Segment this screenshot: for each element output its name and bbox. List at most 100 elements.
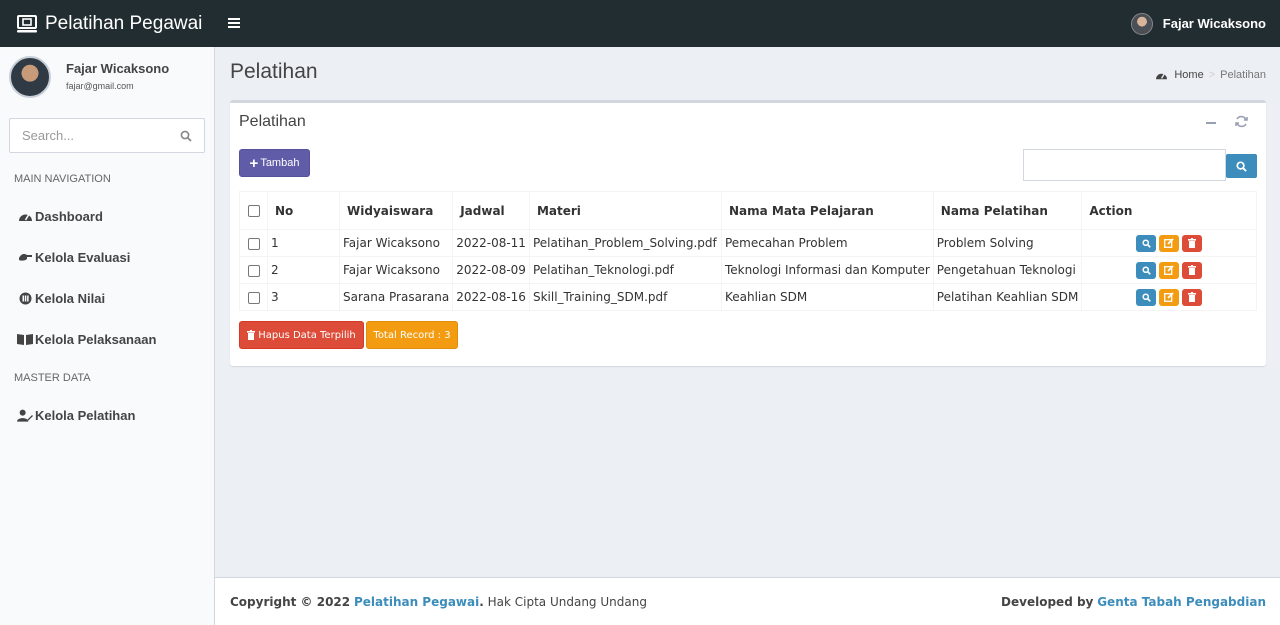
table-search-button[interactable] (1226, 154, 1257, 178)
search-icon (1142, 292, 1151, 302)
sidebar-item-kelola-pelatihan[interactable]: Kelola Pelatihan (0, 405, 135, 425)
footer-rights: Hak Cipta Undang Undang (487, 594, 647, 609)
row-actions (1085, 288, 1253, 306)
sidebar-item-label: Kelola Pelaksanaan (35, 331, 157, 347)
developer-link[interactable]: Genta Tabah Pengabdian (1097, 595, 1266, 609)
edit-button[interactable] (1159, 234, 1180, 252)
pelatihan-box: Pelatihan + Tambah No Widyaiswara Jadwal… (230, 100, 1266, 366)
breadcrumb-separator: > (1208, 69, 1216, 81)
edit-icon (1164, 292, 1174, 302)
brand-logo[interactable]: Pelatihan Pegawai (0, 0, 215, 47)
col-jadwal: Jadwal (452, 191, 530, 230)
hand-icon (17, 251, 33, 263)
cell-jadwal: 2022-08-16 (452, 283, 530, 311)
cell-nama-pelatihan: Pelatihan Keahlian SDM (932, 283, 1083, 311)
sidebar-item-label: Dashboard (35, 208, 103, 224)
delete-button[interactable] (1182, 234, 1203, 252)
sidebar-item-kelola-evaluasi[interactable]: Kelola Evaluasi (0, 247, 130, 267)
search-icon (1236, 160, 1247, 172)
cell-widyaiswara: Fajar Wicaksono (338, 229, 454, 257)
col-nama-pelatihan: Nama Pelatihan (932, 191, 1083, 230)
row-checkbox[interactable] (248, 291, 260, 304)
dashboard-icon (17, 210, 33, 223)
pause-circle-icon (17, 292, 33, 305)
total-record-label: Total Record : 3 (373, 329, 451, 341)
avatar (9, 56, 51, 98)
row-actions (1085, 261, 1253, 279)
nav-header-master: MASTER DATA (14, 372, 91, 384)
add-button[interactable]: + Tambah (239, 149, 310, 177)
pelatihan-table: No Widyaiswara Jadwal Materi Nama Mata P… (239, 191, 1257, 311)
box-title: Pelatihan (239, 113, 306, 130)
row-checkbox[interactable] (248, 237, 260, 250)
col-nama-mata-pelajaran: Nama Mata Pelajaran (720, 191, 934, 230)
row-checkbox[interactable] (248, 264, 260, 277)
cell-no: 1 (267, 229, 340, 257)
book-open-icon (17, 333, 33, 345)
plus-icon: + (249, 154, 259, 172)
collapse-icon[interactable] (1205, 115, 1217, 127)
box-tools (1205, 115, 1248, 128)
user-menu-name: Fajar Wicaksono (1162, 16, 1266, 31)
search-icon[interactable] (180, 130, 192, 142)
nav-header-main: MAIN NAVIGATION (14, 173, 111, 185)
footer-dot: . (479, 594, 484, 609)
sidebar-item-kelola-nilai[interactable]: Kelola Nilai (0, 288, 105, 308)
sidebar-toggle-button[interactable] (228, 15, 240, 33)
cell-no: 2 (267, 256, 340, 284)
edit-button[interactable] (1159, 288, 1180, 306)
laptop-icon (17, 14, 37, 32)
col-materi: Materi (528, 191, 722, 230)
total-record-badge: Total Record : 3 (366, 321, 458, 349)
breadcrumb-home-link[interactable]: Home (1174, 69, 1203, 81)
footer-copyright: Copyright © 2022 Pelatihan Pegawai. Hak … (230, 595, 647, 609)
sidebar-search-input[interactable]: Search... (9, 118, 205, 153)
select-all-cell (239, 191, 268, 230)
user-panel-name: Fajar Wicaksono (66, 61, 170, 76)
delete-button[interactable] (1182, 261, 1203, 279)
avatar (1130, 12, 1153, 35)
top-navbar: Pelatihan Pegawai Fajar Wicaksono (0, 0, 1280, 47)
table-row: 1 Fajar Wicaksono 2022-08-11 Pelatihan_P… (239, 229, 1257, 257)
menu-icon (228, 17, 240, 28)
cell-materi: Pelatihan_Teknologi.pdf (528, 256, 722, 284)
copyright-prefix: Copyright © 2022 (230, 594, 351, 609)
cell-no: 3 (267, 283, 340, 311)
table-search-input[interactable] (1023, 149, 1226, 181)
trash-icon (1188, 238, 1197, 248)
col-no: No (267, 191, 340, 230)
view-button[interactable] (1136, 234, 1157, 252)
trash-icon (1188, 265, 1197, 275)
user-menu[interactable]: Fajar Wicaksono (1130, 0, 1266, 47)
edit-icon (1164, 265, 1174, 275)
cell-materi: Pelatihan_Problem_Solving.pdf (528, 229, 722, 257)
cell-nama-pelatihan: Problem Solving (932, 229, 1083, 257)
footer-app-link[interactable]: Pelatihan Pegawai (354, 595, 479, 609)
cell-jadwal: 2022-08-09 (452, 256, 530, 284)
select-all-checkbox[interactable] (248, 205, 260, 217)
cell-nama-pelatihan: Pengetahuan Teknologi (932, 256, 1083, 284)
search-icon (1142, 238, 1151, 248)
sidebar-item-dashboard[interactable]: Dashboard (0, 206, 103, 226)
dashboard-icon (1156, 73, 1168, 79)
search-placeholder: Search... (22, 128, 75, 143)
search-icon (1142, 265, 1151, 275)
edit-button[interactable] (1159, 261, 1180, 279)
brand-title: Pelatihan Pegawai (45, 12, 203, 34)
breadcrumb: Home > Pelatihan (1155, 69, 1266, 81)
view-button[interactable] (1136, 288, 1157, 306)
delete-selected-button[interactable]: Hapus Data Terpilih (239, 321, 364, 349)
refresh-icon[interactable] (1235, 115, 1248, 128)
sidebar-item-label: Kelola Nilai (35, 290, 106, 306)
sidebar-item-kelola-pelaksanaan[interactable]: Kelola Pelaksanaan (0, 329, 156, 349)
cell-widyaiswara: Fajar Wicaksono (338, 256, 454, 284)
row-actions (1085, 234, 1253, 252)
view-button[interactable] (1136, 261, 1157, 279)
delete-button[interactable] (1182, 288, 1203, 306)
cell-jadwal: 2022-08-11 (452, 229, 530, 257)
table-header-row: No Widyaiswara Jadwal Materi Nama Mata P… (239, 191, 1257, 230)
developed-by-label: Developed by (1001, 594, 1094, 609)
add-button-label: Tambah (260, 157, 300, 169)
table-row: 2 Fajar Wicaksono 2022-08-09 Pelatihan_T… (239, 256, 1257, 284)
sidebar-item-label: Kelola Pelatihan (35, 407, 136, 423)
